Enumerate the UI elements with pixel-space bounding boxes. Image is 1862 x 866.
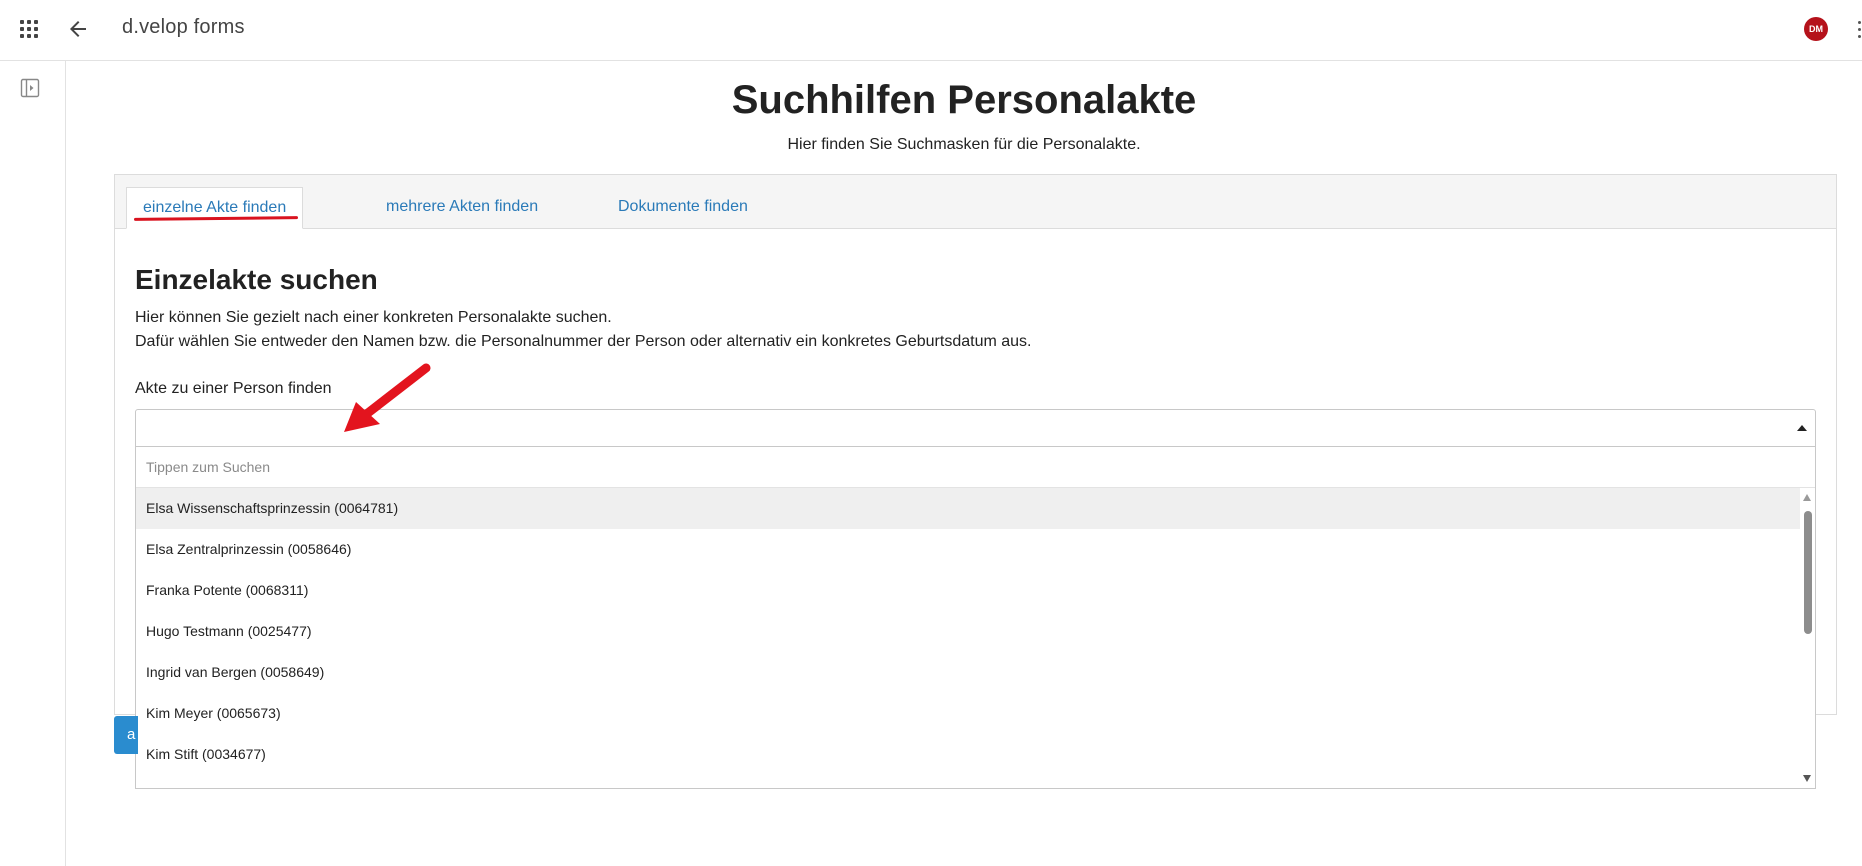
tab-documents[interactable]: Dokumente finden <box>602 187 764 229</box>
annotation-arrow-icon <box>344 363 431 432</box>
scrollbar-thumb[interactable] <box>1804 511 1812 634</box>
dropdown-options: Elsa Wissenschaftsprinzessin (0064781) E… <box>136 488 1801 788</box>
apps-grid-icon[interactable] <box>20 20 40 40</box>
dropdown-option[interactable]: Elsa Zentralprinzessin (0058646) <box>136 529 1801 570</box>
arrow-left-icon[interactable] <box>66 17 90 41</box>
user-avatar[interactable]: DM <box>1804 17 1828 41</box>
dropdown-option[interactable]: Hugo Testmann (0025477) <box>136 611 1801 652</box>
dropdown-option[interactable]: Kim Meyer (0065673) <box>136 693 1801 734</box>
sidebar-panel-icon[interactable] <box>20 78 40 98</box>
section-description-1: Hier können Sie gezielt nach einer konkr… <box>135 309 612 326</box>
dropdown-search-input[interactable] <box>136 447 1815 488</box>
page-subtitle: Hier finden Sie Suchmasken für die Perso… <box>787 136 1141 153</box>
dropdown-scrollbar[interactable] <box>1800 488 1815 788</box>
tab-single-file[interactable]: einzelne Akte finden <box>126 187 304 229</box>
dropdown-option[interactable]: Franka Potente (0068311) <box>136 570 1801 611</box>
section-heading: Einzelakte suchen <box>135 264 378 295</box>
tab-bar: einzelne Akte finden mehrere Akten finde… <box>115 175 1836 229</box>
dropdown-option[interactable]: Ingrid van Bergen (0058649) <box>136 652 1801 693</box>
person-field-label: Akte zu einer Person finden <box>135 380 332 397</box>
person-dropdown: Elsa Wissenschaftsprinzessin (0064781) E… <box>135 446 1816 789</box>
dropdown-option[interactable]: Kim Stift (0034677) <box>136 734 1801 775</box>
scroll-down-arrow-icon[interactable] <box>1803 775 1811 782</box>
more-vertical-icon[interactable] <box>1856 20 1862 40</box>
left-rail <box>0 61 66 866</box>
app-title: d.velop forms <box>122 16 245 38</box>
search-button[interactable]: a <box>114 716 138 754</box>
top-bar: d.velop forms DM <box>0 0 1862 61</box>
dropdown-option[interactable]: Elsa Wissenschaftsprinzessin (0064781) <box>136 488 1801 529</box>
scroll-up-arrow-icon[interactable] <box>1803 494 1811 501</box>
caret-up-icon <box>1797 425 1807 431</box>
section-description-2: Dafür wählen Sie entweder den Namen bzw.… <box>135 333 1032 350</box>
page-title: Suchhilfen Personalakte <box>731 78 1197 122</box>
tab-multiple-files[interactable]: mehrere Akten finden <box>370 187 554 229</box>
